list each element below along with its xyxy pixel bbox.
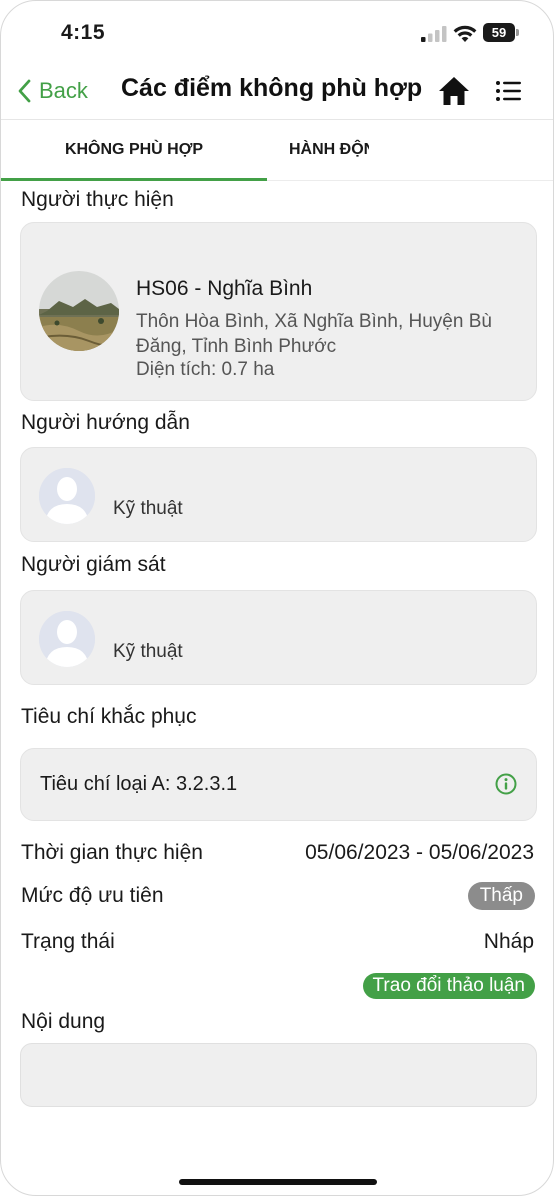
home-indicator[interactable] (179, 1179, 377, 1185)
app-screen: 4:15 59 Back Các điểm không phù hợp KHÔN… (0, 0, 554, 1196)
content-label: Nội dung (21, 1010, 106, 1033)
discuss-button[interactable]: Trao đổi thảo luận (362, 973, 535, 999)
supervisor-role: Kỹ thuật (113, 641, 183, 662)
instructor-label: Người hướng dẫn (21, 411, 190, 434)
tab-actions[interactable]: HÀNH ĐỘNG (289, 120, 369, 180)
battery-icon: 59 (483, 23, 519, 42)
signal-icon (421, 26, 447, 42)
priority-label: Mức độ ưu tiên (21, 884, 164, 907)
info-icon[interactable] (495, 773, 517, 795)
time-label: Thời gian thực hiện (21, 841, 203, 864)
criteria-card[interactable]: Tiêu chí loại A: 3.2.3.1 (20, 748, 537, 821)
farm-area: Diện tích: 0.7 ha (136, 359, 275, 380)
time-value: 05/06/2023 - 05/06/2023 (305, 841, 534, 864)
instructor-card[interactable]: Kỹ thuật (20, 447, 537, 542)
status-bar: 4:15 59 (1, 1, 553, 61)
nav-header: Back Các điểm không phù hợp (1, 61, 553, 120)
priority-badge: Thấp (467, 882, 535, 910)
supervisor-card[interactable]: Kỹ thuật (20, 590, 537, 685)
criteria-label: Tiêu chí khắc phục (21, 705, 197, 728)
avatar (39, 611, 95, 667)
supervisor-label: Người giám sát (21, 553, 166, 576)
active-tab-indicator (1, 178, 267, 181)
farm-name: HS06 - Nghĩa Bình (136, 277, 313, 300)
farm-photo (39, 271, 119, 351)
home-icon[interactable] (437, 75, 471, 107)
status-value: Nháp (483, 930, 534, 953)
page-title: Các điểm không phù hợp (121, 74, 423, 102)
status-label: Trạng thái (21, 930, 115, 953)
wifi-icon (453, 25, 477, 42)
performer-label: Người thực hiện (21, 188, 174, 211)
list-icon[interactable] (495, 79, 521, 103)
avatar (39, 468, 95, 524)
back-button[interactable]: Back (17, 76, 88, 106)
farm-address: Thôn Hòa Bình, Xã Nghĩa Bình, Huyện Bù Đ… (136, 311, 492, 357)
criteria-value: Tiêu chí loại A: 3.2.3.1 (40, 773, 238, 795)
back-label: Back (39, 78, 88, 103)
tab-non-conformity[interactable]: KHÔNG PHÙ HỢP (1, 120, 267, 180)
instructor-role: Kỹ thuật (113, 498, 183, 519)
chevron-left-icon (18, 79, 31, 103)
tab-bar: KHÔNG PHÙ HỢP HÀNH ĐỘNG (1, 120, 553, 181)
status-time: 4:15 (61, 21, 106, 44)
performer-card[interactable]: HS06 - Nghĩa Bình Thôn Hòa Bình, Xã Nghĩ… (20, 222, 537, 401)
content-field[interactable] (20, 1043, 537, 1107)
battery-level: 59 (483, 23, 515, 42)
